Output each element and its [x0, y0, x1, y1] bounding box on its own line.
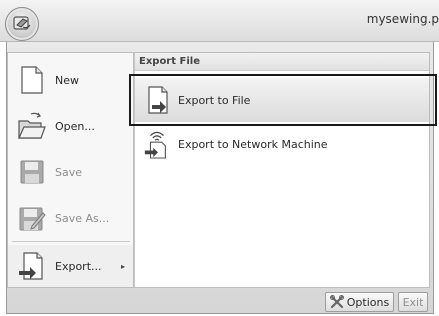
menu-item-open[interactable]: Open...: [8, 105, 133, 147]
menu-item-label: Open...: [55, 119, 95, 133]
options-button[interactable]: Options: [325, 292, 394, 312]
window-title: mysewing.p: [366, 12, 439, 26]
menu-divider: [12, 241, 130, 242]
file-menu-commands: New Open... Save Save As... Export... ▸: [7, 52, 134, 288]
submenu-arrow-icon: ▸: [120, 261, 125, 271]
export-to-network-label: Export to Network Machine: [178, 137, 328, 151]
menu-item-label: Save: [55, 165, 83, 179]
options-button-label: Options: [346, 295, 390, 309]
menu-item-label: Export...: [55, 259, 102, 273]
export-to-file-icon: [143, 85, 171, 115]
save-as-icon: [17, 202, 47, 234]
export-to-file-item[interactable]: Export to File: [135, 78, 429, 122]
exit-button[interactable]: Exit: [398, 292, 428, 312]
title-bar: mysewing.p: [0, 0, 439, 42]
application-menu-button[interactable]: [5, 7, 39, 41]
export-to-file-label: Export to File: [178, 93, 251, 107]
open-folder-icon: [17, 110, 47, 142]
menu-item-export[interactable]: Export... ▸: [8, 245, 133, 287]
app-window: mysewing.p New Open... Save Save As... E…: [0, 0, 439, 316]
exit-button-label: Exit: [402, 295, 424, 309]
new-document-icon: [17, 64, 47, 96]
save-disk-icon: [17, 156, 47, 188]
export-to-network-item[interactable]: Export to Network Machine: [135, 122, 429, 166]
export-panel-header: Export File: [135, 53, 429, 71]
menu-item-new[interactable]: New: [8, 59, 133, 101]
menu-item-save-as[interactable]: Save As...: [8, 197, 133, 239]
sewing-app-icon: [13, 16, 31, 30]
tools-icon: [329, 295, 344, 309]
network-machine-icon: [143, 129, 171, 159]
menu-item-label: New: [55, 73, 79, 87]
menu-item-save[interactable]: Save: [8, 151, 133, 193]
export-icon: [17, 250, 47, 282]
menu-item-label: Save As...: [55, 211, 110, 225]
